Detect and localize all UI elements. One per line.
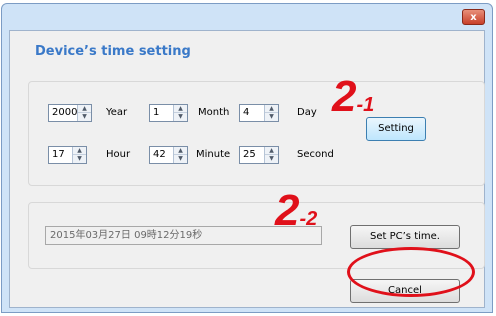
year-value: 2000	[52, 107, 78, 118]
close-button[interactable]: x	[462, 9, 485, 25]
step-1-annotation: 2-1	[332, 75, 374, 119]
dialog-client-area: Device’s time setting 2000 ▲ ▼ Year 1 ▲ …	[9, 30, 485, 308]
minute-value: 42	[153, 149, 166, 160]
minute-label: Minute	[196, 149, 231, 160]
minute-spinner[interactable]: 42 ▲ ▼	[149, 146, 188, 164]
second-label: Second	[297, 149, 334, 160]
spin-up-icon[interactable]: ▲	[73, 147, 86, 155]
second-value: 25	[243, 149, 256, 160]
second-spinner[interactable]: 25 ▲ ▼	[239, 146, 279, 164]
set-pc-time-button[interactable]: Set PC’s time.	[350, 225, 460, 249]
year-label: Year	[106, 107, 128, 118]
step-1-suffix: -1	[356, 94, 375, 116]
month-label: Month	[198, 107, 230, 118]
spin-up-icon[interactable]: ▲	[78, 105, 91, 113]
spin-down-icon[interactable]: ▼	[73, 155, 86, 163]
dialog-heading: Device’s time setting	[35, 44, 191, 59]
month-spinner[interactable]: 1 ▲ ▼	[149, 104, 188, 122]
highlight-ring	[347, 247, 475, 297]
hour-spinner[interactable]: 17 ▲ ▼	[48, 146, 87, 164]
hour-value: 17	[52, 149, 65, 160]
step-1-number: 2	[332, 72, 357, 121]
month-spin-arrows[interactable]: ▲ ▼	[173, 105, 187, 121]
dialog-window: x Device’s time setting 2000 ▲ ▼ Year 1 …	[1, 3, 493, 313]
day-spinner[interactable]: 4 ▲ ▼	[239, 104, 279, 122]
spin-down-icon[interactable]: ▼	[265, 155, 278, 163]
spin-up-icon[interactable]: ▲	[174, 147, 187, 155]
step-2-suffix: -2	[299, 208, 318, 230]
month-value: 1	[153, 107, 160, 118]
second-spin-arrows[interactable]: ▲ ▼	[264, 147, 278, 163]
hour-label: Hour	[106, 149, 131, 160]
minute-spin-arrows[interactable]: ▲ ▼	[173, 147, 187, 163]
spin-up-icon[interactable]: ▲	[265, 147, 278, 155]
day-label: Day	[297, 107, 317, 118]
hour-spin-arrows[interactable]: ▲ ▼	[72, 147, 86, 163]
pc-time-text: 2015年03月27日 09時12分19秒	[50, 230, 203, 241]
spin-down-icon[interactable]: ▼	[174, 113, 187, 121]
spin-down-icon[interactable]: ▼	[78, 113, 91, 121]
spin-up-icon[interactable]: ▲	[174, 105, 187, 113]
close-icon: x	[470, 12, 477, 23]
step-2-number: 2	[275, 186, 300, 235]
spin-down-icon[interactable]: ▼	[265, 113, 278, 121]
step-2-annotation: 2-2	[275, 189, 317, 233]
day-spin-arrows[interactable]: ▲ ▼	[264, 105, 278, 121]
title-bar[interactable]: x	[2, 4, 492, 30]
day-value: 4	[243, 107, 250, 118]
setting-button[interactable]: Setting	[366, 117, 426, 141]
year-spinner[interactable]: 2000 ▲ ▼	[48, 104, 92, 122]
spin-down-icon[interactable]: ▼	[174, 155, 187, 163]
year-spin-arrows[interactable]: ▲ ▼	[77, 105, 91, 121]
spin-up-icon[interactable]: ▲	[265, 105, 278, 113]
